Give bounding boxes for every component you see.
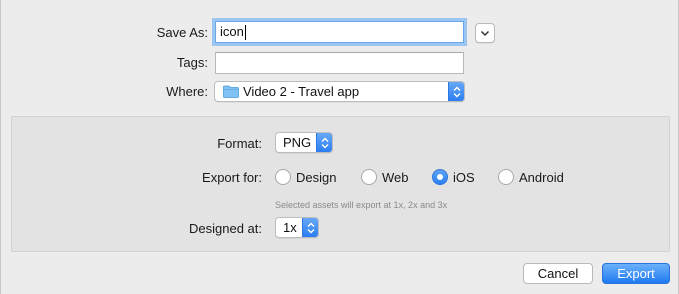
export-hint-text: Selected assets will export at 1x, 2x an… <box>275 200 448 210</box>
designed-at-stepper <box>302 218 318 237</box>
format-popup[interactable]: PNG <box>275 132 333 153</box>
radio-ios[interactable]: iOS <box>432 169 475 185</box>
export-options-panel <box>11 116 670 252</box>
radio-web[interactable]: Web <box>361 169 409 185</box>
tags-field[interactable] <box>215 52 464 74</box>
radio-label-web: Web <box>382 169 409 185</box>
text-caret <box>244 25 246 41</box>
format-stepper <box>316 133 332 152</box>
up-down-arrows-icon <box>321 137 328 148</box>
expand-dialog-button[interactable] <box>475 23 495 43</box>
radio-design[interactable]: Design <box>275 169 336 185</box>
radio-button-selected[interactable] <box>432 169 448 185</box>
radio-label-android: Android <box>519 169 564 185</box>
up-down-arrows-icon <box>307 222 314 233</box>
radio-dot <box>437 174 443 180</box>
up-down-arrows-icon <box>453 86 460 97</box>
format-value: PNG <box>283 135 312 150</box>
cancel-button[interactable]: Cancel <box>523 263 593 284</box>
export-sheet: Save As: icon Tags: Where: Video 2 - Tra… <box>0 0 679 294</box>
radio-android[interactable]: Android <box>498 169 564 185</box>
radio-button[interactable] <box>275 169 291 185</box>
export-button[interactable]: Export <box>602 263 670 284</box>
export-for-label: Export for: <box>202 170 262 185</box>
designed-at-label: Designed at: <box>189 221 262 236</box>
save-as-value: icon <box>220 24 244 39</box>
save-as-field[interactable]: icon <box>215 21 464 43</box>
where-popup[interactable]: Video 2 - Travel app <box>214 81 465 102</box>
where-label: Where: <box>166 84 208 99</box>
radio-label-ios: iOS <box>453 169 475 185</box>
radio-button[interactable] <box>361 169 377 185</box>
where-value: Video 2 - Travel app <box>243 84 360 99</box>
where-stepper <box>448 82 464 101</box>
folder-icon <box>223 85 239 98</box>
radio-button[interactable] <box>498 169 514 185</box>
tags-label: Tags: <box>176 55 208 70</box>
chevron-down-icon <box>480 30 490 36</box>
radio-label-design: Design <box>296 169 337 185</box>
save-as-label: Save As: <box>156 25 208 40</box>
format-label: Format: <box>217 136 262 151</box>
designed-at-value: 1x <box>283 220 297 235</box>
designed-at-popup[interactable]: 1x <box>275 217 319 238</box>
